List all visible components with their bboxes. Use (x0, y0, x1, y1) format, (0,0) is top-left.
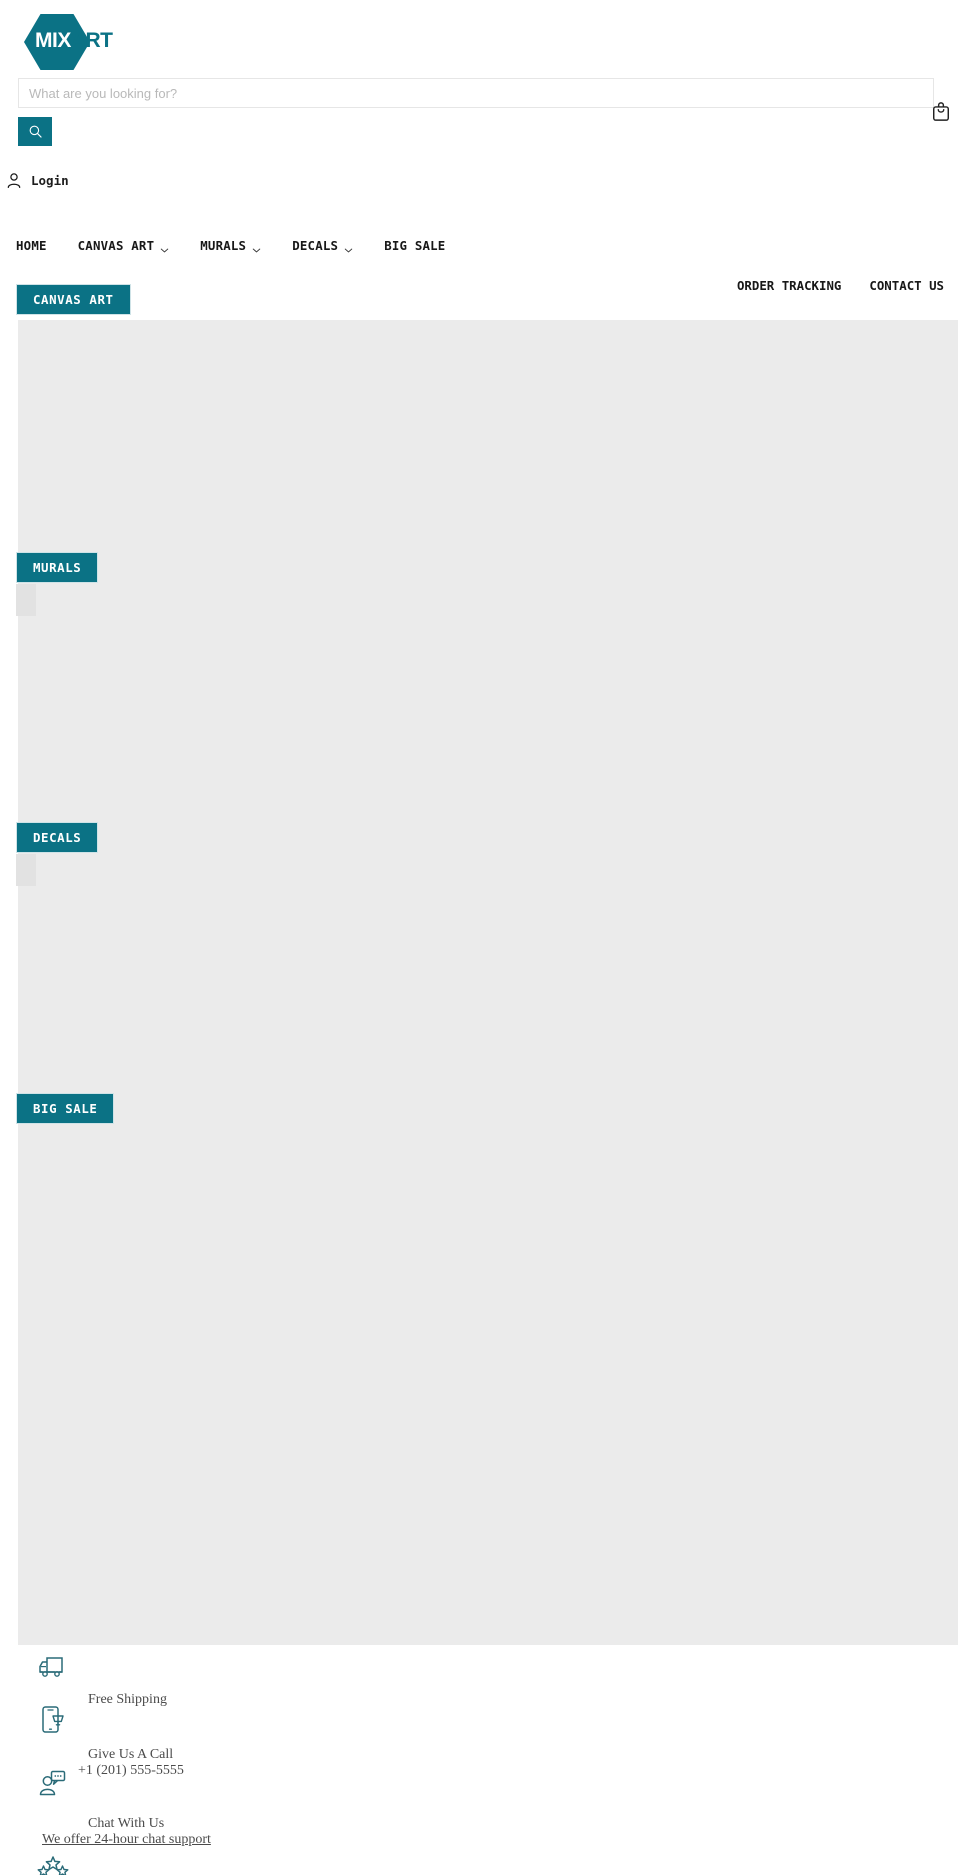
chevron-down-icon (252, 242, 261, 252)
category-shade-decals (16, 854, 36, 886)
nav-label: MURALS (200, 237, 247, 253)
delivery-truck-icon (36, 1650, 70, 1684)
chevron-down-icon (160, 242, 169, 252)
nav-item-murals[interactable]: MURALS (200, 238, 261, 253)
utility-navigation: ORDER TRACKING CONTACT US (737, 278, 944, 293)
feature-chat-support-link[interactable]: We offer 24-hour chat support (42, 1832, 211, 1848)
search-input[interactable] (18, 78, 934, 108)
nav-item-contact-us[interactable]: CONTACT US (869, 278, 944, 293)
nav-item-canvas-art[interactable]: CANVAS ART (78, 238, 170, 253)
category-button-murals[interactable]: MURALS (16, 552, 99, 583)
nav-item-home[interactable]: HOME (16, 238, 47, 253)
feature-title: Give Us A Call (88, 1747, 174, 1762)
logo-mix-text: MIX (35, 29, 71, 52)
site-logo[interactable]: MIXART (18, 12, 138, 70)
search-submit-button[interactable] (18, 117, 52, 146)
nav-item-decals[interactable]: DECALS (292, 238, 353, 253)
search-icon (29, 125, 42, 138)
nav-label: CANVAS ART (77, 237, 155, 253)
shopping-bag-icon (933, 101, 949, 121)
mobile-cart-icon (36, 1703, 70, 1737)
user-icon (7, 172, 21, 188)
category-button-decals[interactable]: DECALS (16, 822, 99, 853)
category-button-canvas-art[interactable]: CANVAS ART (16, 284, 131, 315)
login-label: Login (31, 172, 69, 188)
category-collection-area: CANVAS ART MURALS DECALS BIG SALE (16, 284, 958, 1645)
login-button[interactable]: Login (6, 166, 69, 194)
category-shade-murals (16, 584, 36, 616)
nav-label: HOME (16, 237, 47, 253)
logo-wordmark: MIXART (18, 12, 138, 70)
feature-chat-with-us: Chat With Us We offer 24-hour chat suppo… (36, 1768, 936, 1858)
feature-title: Chat With Us (88, 1816, 165, 1831)
nav-label: DECALS (292, 237, 339, 253)
cart-button[interactable] (929, 99, 953, 123)
chevron-down-icon (344, 242, 353, 252)
logo-art-text: ART (70, 29, 113, 52)
nav-item-order-tracking[interactable]: ORDER TRACKING (737, 278, 841, 293)
three-stars-icon (36, 1855, 70, 1875)
category-button-big-sale[interactable]: BIG SALE (16, 1093, 115, 1124)
chat-support-icon (36, 1768, 70, 1802)
nav-label: BIG SALE (384, 237, 446, 253)
nav-item-big-sale[interactable]: BIG SALE (384, 238, 445, 253)
primary-navigation: HOME CANVAS ART MURALS DECALS BIG SALE (0, 229, 960, 261)
